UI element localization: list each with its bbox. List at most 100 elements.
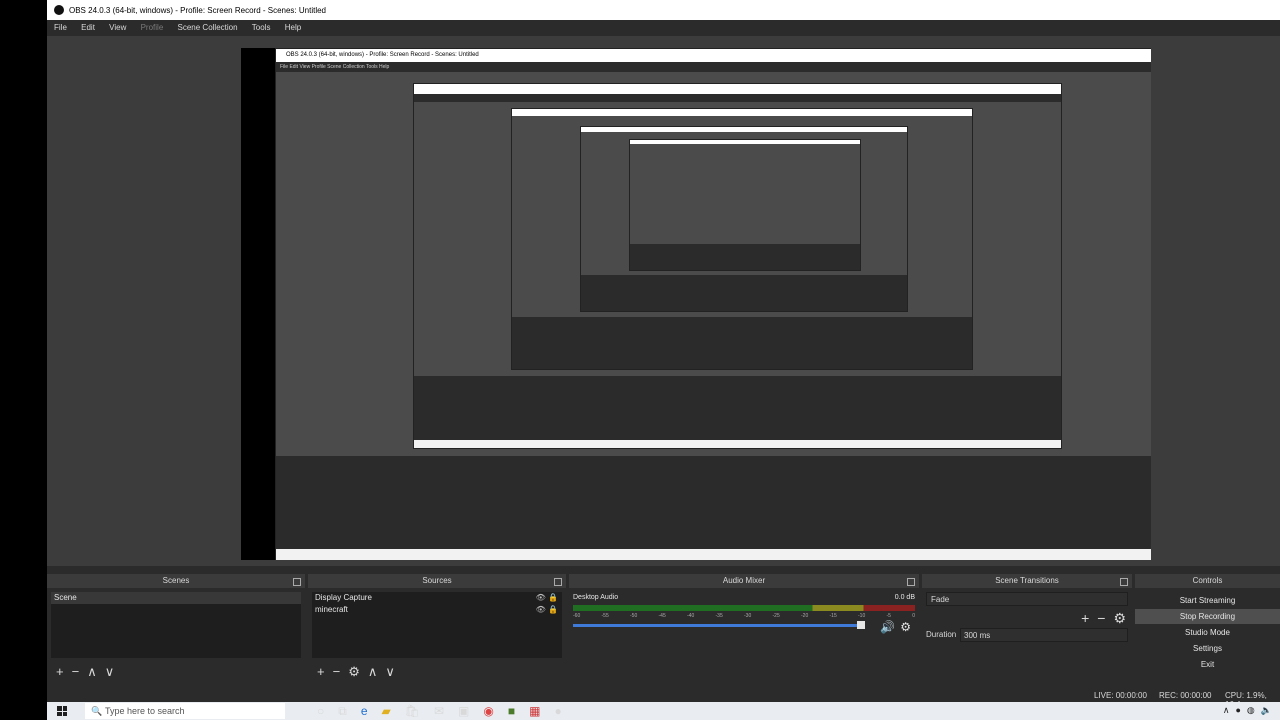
- menu-edit[interactable]: Edit: [75, 20, 101, 36]
- minecraft-icon[interactable]: ■: [508, 703, 515, 719]
- live-time: LIVE: 00:00:00: [1094, 691, 1147, 700]
- meter-ticks: -60 -55 -50 -45 -40 -35 -30 -25 -20 -15 …: [573, 613, 915, 619]
- exit-button[interactable]: Exit: [1135, 657, 1280, 672]
- remove-source-button[interactable]: −: [333, 664, 341, 680]
- sources-toolbar: + − ⚙ ∧ ∨: [312, 664, 562, 680]
- mixer-title: Audio Mixer: [722, 576, 766, 585]
- duration-row: Duration 300 ms: [926, 628, 1128, 642]
- scene-transitions-dock: Scene Transitions Fade + − ⚙ Duration 30…: [922, 574, 1132, 684]
- float-icon[interactable]: [907, 578, 915, 586]
- menu-profile[interactable]: Profile: [135, 20, 170, 36]
- add-scene-button[interactable]: +: [56, 664, 64, 680]
- mail-icon[interactable]: ✉: [434, 703, 444, 719]
- menu-scene-collection[interactable]: Scene Collection: [172, 20, 244, 36]
- recursive-obs-level-2: [413, 83, 1062, 449]
- visibility-lock-icons[interactable]: 👁 🔒: [536, 592, 558, 604]
- status-bar: LIVE: 00:00:00 REC: 00:00:00 CPU: 1.9%, …: [47, 688, 1280, 709]
- gear-icon[interactable]: ⚙: [900, 620, 911, 634]
- nested-title-5: [630, 140, 860, 144]
- float-icon[interactable]: [554, 578, 562, 586]
- task-view-icon[interactable]: ⧉: [338, 703, 347, 719]
- volume-slider[interactable]: [573, 624, 859, 627]
- speaker-tray-icon[interactable]: 🔈: [1261, 705, 1272, 716]
- edge-icon[interactable]: e: [361, 703, 368, 719]
- move-scene-down-button[interactable]: ∨: [105, 664, 115, 680]
- float-icon[interactable]: [1120, 578, 1128, 586]
- settings-button[interactable]: Settings: [1135, 641, 1280, 656]
- menu-tools[interactable]: Tools: [246, 20, 277, 36]
- channel-name: Desktop Audio: [573, 594, 619, 601]
- obs-logo-icon: [54, 5, 64, 15]
- scenes-header: Scenes: [47, 574, 305, 588]
- source-item-display-capture[interactable]: Display Capture 👁 🔒: [312, 592, 562, 604]
- transition-select[interactable]: Fade: [926, 592, 1128, 606]
- network-icon[interactable]: ◍: [1247, 705, 1255, 716]
- menu-bar: File Edit View Profile Scene Collection …: [47, 20, 1280, 36]
- start-streaming-button[interactable]: Start Streaming: [1135, 593, 1280, 608]
- scenes-toolbar: + − ∧ ∨: [51, 664, 301, 680]
- controls-title: Controls: [1192, 576, 1223, 585]
- volume-meter: [573, 605, 915, 611]
- tick: -20: [801, 613, 809, 619]
- store-icon[interactable]: 🛍: [405, 703, 420, 719]
- audio-mixer-dock: Audio Mixer Desktop Audio 0.0 dB -60 -55…: [569, 574, 919, 684]
- search-icon: 🔍: [91, 706, 103, 716]
- source-label: Display Capture: [315, 593, 372, 602]
- transition-gear-icon[interactable]: ⚙: [1113, 610, 1126, 627]
- move-scene-up-button[interactable]: ∧: [87, 664, 97, 680]
- duration-label: Duration: [926, 630, 957, 639]
- obs-icon[interactable]: ●: [554, 703, 561, 719]
- sources-dock: Sources Display Capture 👁 🔒 minecraft 👁 …: [308, 574, 566, 684]
- nested-title-3: [512, 109, 972, 116]
- source-label: minecraft: [315, 605, 348, 614]
- move-source-up-button[interactable]: ∧: [368, 664, 378, 680]
- preview-canvas[interactable]: OBS 24.0.3 (64-bit, windows) - Profile: …: [241, 48, 1151, 560]
- remove-transition-button[interactable]: −: [1097, 610, 1105, 627]
- taskbar-search[interactable]: 🔍 Type here to search: [85, 703, 285, 719]
- tick: -60: [573, 613, 581, 619]
- tray-app-icon[interactable]: ●: [1235, 705, 1240, 716]
- tick: -15: [829, 613, 837, 619]
- scene-item[interactable]: Scene: [51, 592, 301, 604]
- transition-buttons: + − ⚙: [1081, 610, 1126, 627]
- menu-help[interactable]: Help: [279, 20, 307, 36]
- nested-dock-panel-3: [512, 317, 972, 369]
- stop-recording-button[interactable]: Stop Recording: [1135, 609, 1280, 624]
- add-transition-button[interactable]: +: [1081, 610, 1089, 627]
- app-icon[interactable]: ▦: [529, 703, 540, 719]
- window-title: OBS 24.0.3 (64-bit, windows) - Profile: …: [69, 6, 326, 15]
- windows-start-icon[interactable]: [57, 706, 67, 716]
- duration-input[interactable]: 300 ms: [960, 628, 1128, 642]
- move-source-down-button[interactable]: ∨: [385, 664, 395, 680]
- float-icon[interactable]: [293, 578, 301, 586]
- add-source-button[interactable]: +: [317, 664, 325, 680]
- controls-dock: Controls Start Streaming Stop Recording …: [1135, 574, 1280, 684]
- photos-icon[interactable]: ▣: [458, 703, 469, 719]
- menu-view[interactable]: View: [103, 20, 132, 36]
- recursive-obs-level-4: [580, 126, 908, 312]
- tray-chevron-icon[interactable]: ∧: [1223, 705, 1230, 716]
- scenes-title: Scenes: [162, 576, 190, 585]
- file-explorer-icon[interactable]: ▰: [382, 703, 391, 719]
- obs-window: OBS 24.0.3 (64-bit, windows) - Profile: …: [47, 0, 1280, 720]
- cortana-icon[interactable]: ○: [317, 703, 324, 719]
- volume-slider-thumb[interactable]: [857, 621, 865, 629]
- nested-dock-panel-4: [581, 275, 907, 311]
- speaker-icon[interactable]: 🔊: [880, 620, 895, 634]
- recursive-obs-level-5: [629, 139, 861, 271]
- studio-mode-button[interactable]: Studio Mode: [1135, 625, 1280, 640]
- remove-scene-button[interactable]: −: [72, 664, 80, 680]
- recursive-obs-level-3: [511, 108, 973, 370]
- visibility-lock-icons[interactable]: 👁 🔒: [536, 604, 558, 616]
- taskbar-apps: ○ ⧉ e ▰ 🛍 ✉ ▣ ◉ ■ ▦ ●: [317, 703, 562, 719]
- tick: -35: [715, 613, 723, 619]
- source-properties-gear-icon[interactable]: ⚙: [348, 664, 360, 680]
- scenes-dock: Scenes Scene + − ∧ ∨: [47, 574, 305, 684]
- tick: -25: [772, 613, 780, 619]
- chrome-icon[interactable]: ◉: [483, 703, 493, 719]
- source-item-minecraft[interactable]: minecraft 👁 🔒: [312, 604, 562, 616]
- scenes-list[interactable]: Scene: [51, 592, 301, 658]
- menu-file[interactable]: File: [47, 20, 73, 36]
- nested-dock-panel: [276, 456, 1151, 560]
- sources-list[interactable]: Display Capture 👁 🔒 minecraft 👁 🔒: [312, 592, 562, 658]
